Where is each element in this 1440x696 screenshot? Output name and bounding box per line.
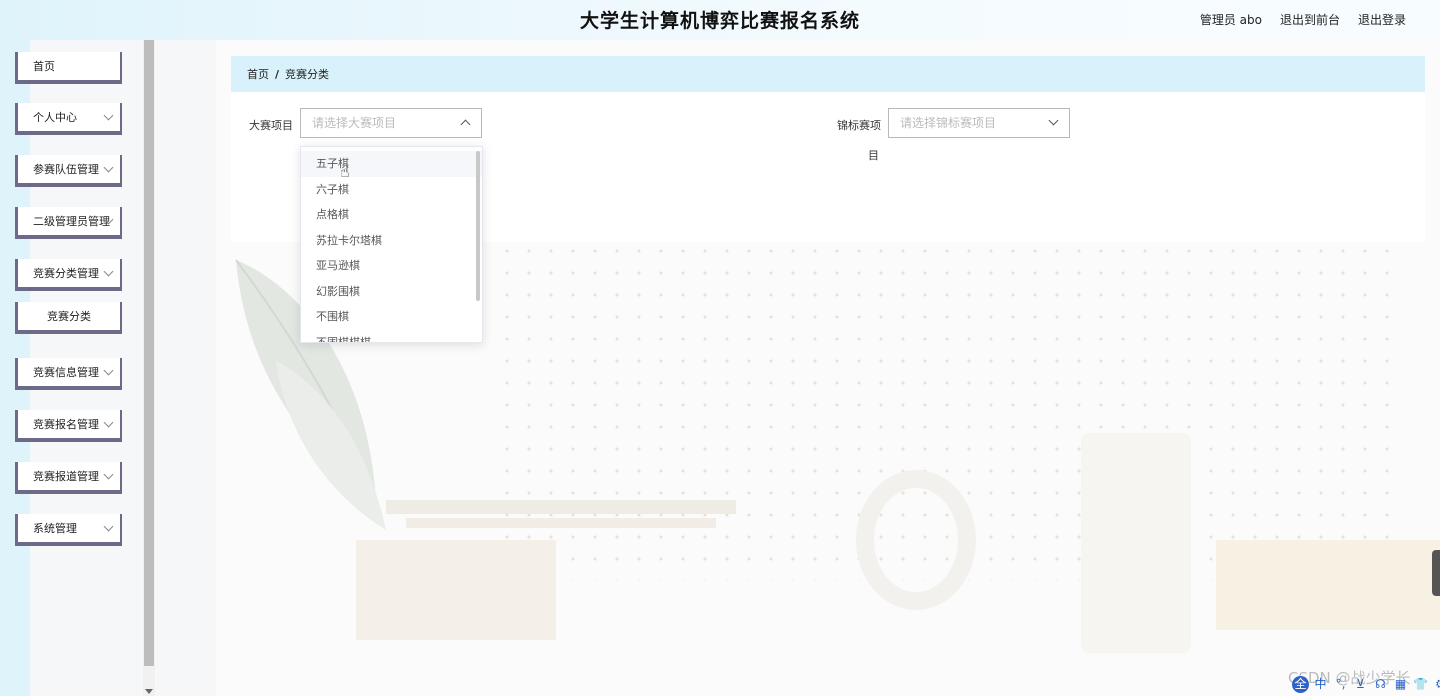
sidebar: 首页 个人中心 参赛队伍管理 二级管理员管理 竞赛分类管理 竞赛分类 竞赛信息管… bbox=[0, 40, 143, 696]
chevron-down-icon bbox=[103, 417, 114, 428]
hand-cursor-icon: ☝ bbox=[340, 162, 350, 181]
ime-punctuation-icon[interactable]: °, bbox=[1332, 676, 1349, 693]
dropdown-option[interactable]: 点格棋 bbox=[301, 202, 482, 228]
sidebar-item-personal-center[interactable]: 个人中心 bbox=[15, 103, 122, 135]
scrollbar-thumb[interactable] bbox=[144, 40, 154, 666]
major-project-placeholder: 请选择大赛项目 bbox=[312, 116, 397, 130]
scroll-down-arrow-icon[interactable] bbox=[145, 689, 153, 694]
breadcrumb-current: 竞赛分类 bbox=[285, 68, 330, 81]
major-project-select[interactable]: 请选择大赛项目 bbox=[300, 108, 482, 138]
chevron-down-icon bbox=[103, 266, 114, 277]
sidebar-item-registration-management[interactable]: 竞赛报名管理 bbox=[15, 410, 122, 442]
breadcrumb: 首页 / 竞赛分类 bbox=[231, 56, 1425, 92]
decor-shelf-middle bbox=[406, 518, 716, 528]
chevron-down-icon bbox=[103, 365, 114, 376]
floating-side-tab[interactable] bbox=[1432, 550, 1440, 596]
sidebar-item-label: 竞赛信息管理 bbox=[33, 366, 99, 379]
championship-project-placeholder: 请选择锦标赛项目 bbox=[900, 116, 997, 130]
sidebar-subitem-category[interactable]: 竞赛分类 bbox=[15, 302, 122, 334]
sidebar-item-label: 系统管理 bbox=[33, 522, 77, 535]
header-links: 管理员 abo 退出到前台 退出登录 bbox=[1200, 11, 1406, 28]
decor-box bbox=[1216, 540, 1440, 630]
breadcrumb-separator: / bbox=[275, 67, 280, 81]
ime-voice-icon[interactable]: ☊ bbox=[1372, 676, 1389, 693]
decor-shelf-top bbox=[386, 500, 736, 514]
sidebar-item-team-management[interactable]: 参赛队伍管理 bbox=[15, 155, 122, 187]
exit-to-front-link[interactable]: 退出到前台 bbox=[1280, 11, 1340, 28]
championship-project-label: 锦标赛项 bbox=[837, 119, 881, 132]
ime-chinese-icon[interactable]: 中 bbox=[1312, 676, 1329, 693]
sidebar-item-label: 竞赛报道管理 bbox=[33, 470, 99, 483]
sidebar-item-category-management[interactable]: 竞赛分类管理 bbox=[15, 259, 122, 291]
chevron-down-icon bbox=[103, 110, 114, 121]
admin-username: 管理员 abo bbox=[1199, 13, 1262, 27]
decor-podium bbox=[356, 540, 556, 640]
ime-skin-icon[interactable]: 👕 bbox=[1412, 676, 1429, 693]
decor-ring bbox=[856, 470, 976, 610]
sidebar-item-label: 二级管理员管理 bbox=[33, 215, 110, 228]
chevron-up-icon bbox=[460, 119, 471, 130]
sidebar-item-label: 竞赛分类 bbox=[47, 310, 91, 323]
sidebar-scrollbar[interactable] bbox=[143, 40, 155, 696]
sidebar-item-system-management[interactable]: 系统管理 bbox=[15, 514, 122, 546]
sidebar-item-label: 个人中心 bbox=[33, 111, 77, 124]
ime-full-icon[interactable]: 全 bbox=[1292, 676, 1309, 693]
major-project-label: 大赛项目 bbox=[249, 119, 293, 132]
top-header: 大学生计算机博弈比赛报名系统 管理员 abo 退出到前台 退出登录 bbox=[0, 0, 1440, 40]
sidebar-item-label: 参赛队伍管理 bbox=[33, 163, 99, 176]
dropdown-option[interactable]: 六子棋 bbox=[301, 177, 482, 203]
logout-link[interactable]: 退出登录 bbox=[1358, 11, 1406, 28]
dropdown-option[interactable]: 苏拉卡尔塔棋 bbox=[301, 228, 482, 254]
dropdown-scrollbar[interactable] bbox=[476, 151, 480, 301]
decor-cylinder bbox=[1081, 433, 1191, 653]
breadcrumb-home[interactable]: 首页 bbox=[247, 66, 269, 82]
ime-keyboard-icon[interactable]: ▦ bbox=[1392, 676, 1409, 693]
sidebar-item-label: 竞赛分类管理 bbox=[33, 267, 99, 280]
ime-width-icon[interactable]: ⊻ bbox=[1352, 676, 1369, 693]
dropdown-option[interactable]: 不围棋棋棋 bbox=[301, 330, 482, 343]
sidebar-item-label: 首页 bbox=[33, 60, 55, 73]
sidebar-item-report-management[interactable]: 竞赛报道管理 bbox=[15, 462, 122, 494]
ime-toolbar: 全 中 °, ⊻ ☊ ▦ 👕 ⚙ bbox=[1292, 676, 1440, 693]
chevron-down-icon bbox=[103, 162, 114, 173]
chevron-down-icon bbox=[1048, 115, 1059, 126]
chevron-down-icon bbox=[103, 521, 114, 532]
ime-settings-icon[interactable]: ⚙ bbox=[1432, 676, 1440, 693]
dropdown-option[interactable]: 亚马逊棋 bbox=[301, 253, 482, 279]
dropdown-option[interactable]: 不围棋 bbox=[301, 304, 482, 330]
championship-project-label-wrap: 目 bbox=[868, 149, 879, 162]
championship-project-select[interactable]: 请选择锦标赛项目 bbox=[888, 108, 1070, 138]
sidebar-item-sub-admin-management[interactable]: 二级管理员管理 bbox=[15, 207, 122, 239]
sidebar-item-competition-info-management[interactable]: 竞赛信息管理 bbox=[15, 358, 122, 390]
major-project-dropdown: 五子棋 六子棋 点格棋 苏拉卡尔塔棋 亚马逊棋 幻影围棋 不围棋 不围棋棋棋 bbox=[300, 146, 483, 343]
dropdown-option[interactable]: 幻影围棋 bbox=[301, 279, 482, 305]
dropdown-option[interactable]: 五子棋 bbox=[301, 151, 482, 177]
sidebar-item-label: 竞赛报名管理 bbox=[33, 418, 99, 431]
sidebar-item-home[interactable]: 首页 bbox=[15, 52, 122, 84]
chevron-down-icon bbox=[103, 469, 114, 480]
